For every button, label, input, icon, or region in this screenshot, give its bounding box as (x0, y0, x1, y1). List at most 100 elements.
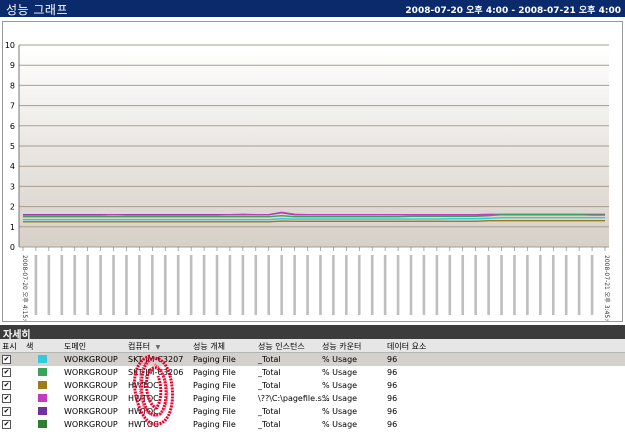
cell-object: Paging File (193, 381, 236, 390)
column-counter[interactable]: 성능 카운터 (322, 341, 361, 352)
x-tick-placeholder (435, 255, 439, 315)
cell-counter: % Usage (322, 394, 358, 403)
x-tick-placeholder (228, 255, 232, 315)
x-tick-placeholder (370, 255, 374, 315)
y-tick-label: 2 (10, 203, 15, 212)
x-tick-placeholder (551, 255, 555, 315)
color-swatch[interactable] (38, 381, 47, 389)
date-range: 2008-07-20 오후 4:00 - 2008-07-21 오후 4:00 (405, 6, 621, 16)
y-tick-label: 3 (10, 182, 15, 191)
x-tick-placeholder (448, 255, 452, 315)
column-instance[interactable]: 성능 인스턴스 (258, 341, 305, 352)
table-row[interactable]: ✔ WORKGROUP SKT-JM-C3206 Paging File _Total%… (0, 366, 625, 379)
title-bar: 성능 그래프 2008-07-20 오후 4:00 - 2008-07-21 오… (0, 0, 625, 17)
cell-points: 96 (387, 355, 398, 364)
table-row[interactable]: ✔ WORKGROUP HWTOC Paging File _Total% Usage 9… (0, 418, 625, 431)
x-tick-placeholder (319, 255, 322, 315)
x-tick-placeholder (189, 255, 193, 315)
x-tick-placeholder (396, 255, 400, 315)
y-tick-label: 8 (10, 81, 15, 90)
x-tick-placeholder (60, 255, 64, 315)
table-row[interactable]: ✔ WORKGROUP HWTOC Paging File _Total% Usage 9… (0, 405, 625, 418)
column-computer-label: 컴퓨터 (128, 342, 151, 351)
x-tick-placeholder (500, 255, 503, 315)
cell-domain: WORKGROUP (64, 368, 118, 377)
cell-object: Paging File (193, 420, 236, 429)
cell-instance: _Total (258, 381, 281, 390)
cell-points: 96 (387, 368, 398, 377)
cell-domain: WORKGROUP (64, 381, 118, 390)
x-tick-placeholder (202, 255, 206, 315)
x-tick-placeholder (73, 255, 77, 315)
x-tick-placeholder (86, 255, 89, 315)
cell-counter: % Usage (322, 420, 358, 429)
cell-domain: WORKGROUP (64, 355, 118, 364)
sort-down-icon: ▼ (155, 344, 161, 351)
x-tick-placeholder (125, 255, 128, 315)
cell-points: 96 (387, 381, 398, 390)
x-tick-placeholder (332, 255, 335, 315)
cell-object: Paging File (193, 407, 236, 416)
cell-domain: WORKGROUP (64, 394, 118, 403)
x-tick-placeholder (577, 255, 581, 315)
column-points[interactable]: 데이터 요소 (387, 341, 426, 352)
color-swatch[interactable] (38, 407, 47, 415)
cell-object: Paging File (193, 368, 236, 377)
cell-instance: _Total (258, 355, 281, 364)
x-tick-placeholder (487, 255, 490, 315)
performance-chart: 0 1 2 3 4 5 6 7 8 9 10 2008-07-20 오후 4:15:00 2008-07… (2, 21, 623, 322)
x-tick-placeholder (138, 255, 141, 315)
cell-counter: % Usage (322, 355, 358, 364)
cell-points: 96 (387, 394, 398, 403)
x-tick-placeholder (293, 255, 296, 315)
table-row[interactable]: ✔ WORKGROUP HWTOC Paging File \??\C:\pagefil… (0, 392, 625, 405)
show-checkbox[interactable]: ✔ (2, 420, 11, 429)
y-tick-label: 7 (10, 102, 15, 111)
cell-instance: _Total (258, 368, 281, 377)
x-tick-placeholder (513, 255, 516, 315)
window-title: 성능 그래프 (6, 3, 69, 17)
red-scribble-redaction (133, 354, 174, 426)
table-row[interactable]: ✔ WORKGROUP SKT-JM-C3207 Paging File _Total%… (0, 353, 625, 366)
column-color[interactable]: 색 (26, 341, 33, 352)
cell-points: 96 (387, 407, 398, 416)
x-tick-placeholder (280, 255, 283, 315)
color-swatch[interactable] (38, 394, 47, 402)
x-tick-placeholder (99, 255, 102, 315)
cell-object: Paging File (193, 394, 236, 403)
show-checkbox[interactable]: ✔ (2, 355, 11, 364)
chart-svg: 0 1 2 3 4 5 6 7 8 9 10 2008-07-20 오후 4:15:00 2008-07… (5, 41, 611, 321)
x-tick-placeholder (526, 255, 529, 315)
cell-counter: % Usage (322, 368, 358, 377)
cell-instance: \??\C:\pagefile.s... (258, 394, 330, 403)
column-object[interactable]: 성능 개체 (193, 341, 225, 352)
color-swatch[interactable] (38, 368, 47, 376)
show-checkbox[interactable]: ✔ (2, 368, 11, 377)
y-tick-label: 0 (10, 243, 15, 252)
cell-domain: WORKGROUP (64, 420, 118, 429)
cell-instance: _Total (258, 407, 281, 416)
y-tick-label: 5 (10, 142, 15, 151)
x-tick-placeholder (306, 255, 309, 315)
color-swatch[interactable] (38, 355, 47, 363)
x-tick-placeholder (267, 255, 271, 315)
column-show[interactable]: 표시 (2, 341, 17, 352)
x-tick-placeholder (241, 255, 245, 315)
y-tick-label: 6 (10, 122, 15, 131)
show-checkbox[interactable]: ✔ (2, 394, 11, 403)
table-row[interactable]: ✔ WORKGROUP HWTOC Paging File _Total% Usage 9… (0, 379, 625, 392)
column-domain[interactable]: 도메인 (64, 341, 86, 352)
column-computer[interactable]: 컴퓨터 ▼ (128, 341, 160, 352)
y-tick-label: 1 (10, 223, 15, 232)
x-tick-placeholder (461, 255, 465, 315)
x-tick-placeholder (590, 255, 594, 315)
show-checkbox[interactable]: ✔ (2, 407, 11, 416)
x-tick-placeholder (112, 255, 115, 315)
cell-instance: _Total (258, 420, 281, 429)
show-checkbox[interactable]: ✔ (2, 381, 11, 390)
cell-object: Paging File (193, 355, 236, 364)
x-tick-placeholder (176, 255, 180, 315)
y-tick-label: 9 (10, 61, 15, 70)
color-swatch[interactable] (38, 420, 47, 428)
details-header: 자세히 (0, 325, 625, 341)
